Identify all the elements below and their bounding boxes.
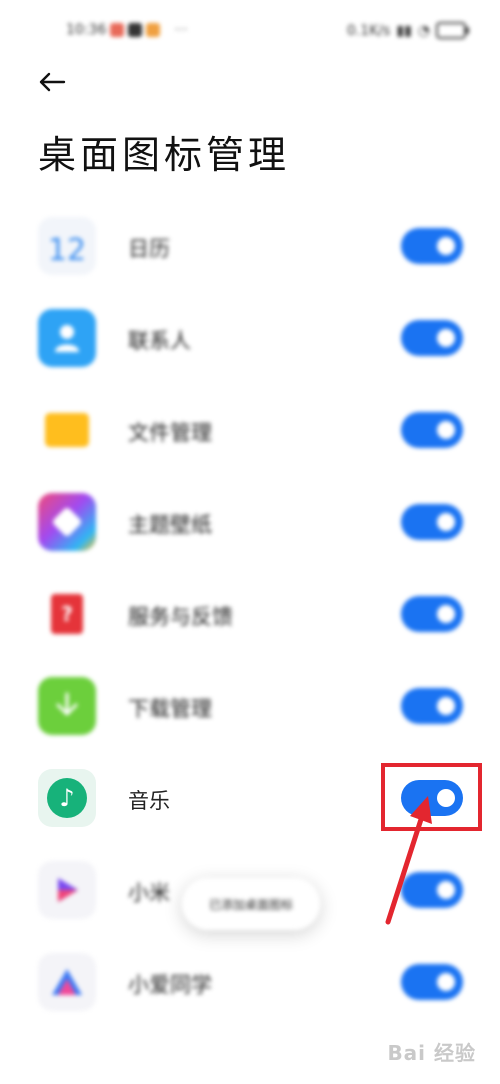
themes-icon [38,493,96,551]
app-label: 小爱同学 [128,973,212,997]
app-label: 日历 [128,237,170,261]
arrow-left-icon [39,72,66,92]
more-notifications: ··· [174,22,188,38]
toggle-knob [437,697,455,715]
toggle-knob [437,329,455,347]
toggle-switch[interactable] [401,688,463,724]
battery-icon [436,22,469,39]
calendar-icon: 12 [38,217,96,275]
list-item: 联系人 [0,292,500,384]
network-speed: 0.1K/s [346,22,391,39]
app-label: 服务与反馈 [128,605,233,629]
page-title: 桌面图标管理 [38,133,291,177]
watermark: Bai 经验 [387,1041,476,1065]
toggle-switch[interactable] [401,228,463,264]
toggle-switch[interactable] [401,504,463,540]
app-label: 音乐 [128,789,170,813]
app-label: 联系人 [128,329,191,353]
toggle-knob [437,513,455,531]
signal-icon: ▮▮ [396,22,412,39]
app-label: 文件管理 [128,421,212,445]
list-item: ? 服务与反馈 [0,568,500,660]
back-button[interactable] [30,60,74,104]
list-item: 下载管理 [0,660,500,752]
status-right: 0.1K/s ▮▮ ◔ [346,22,469,39]
contacts-icon [38,309,96,367]
toggle-switch[interactable] [401,964,463,1000]
toggle-switch[interactable] [401,320,463,356]
list-item: 12 日历 [0,200,500,292]
status-left: 10:36 ··· [66,22,188,38]
toast: 已添加桌面图标 [182,878,320,930]
toggle-knob [437,605,455,623]
status-time: 10:36 [66,22,107,38]
app-label: 下载管理 [128,697,212,721]
notification-icon [128,23,143,37]
xiaoai-icon [38,953,96,1011]
notification-icon [146,23,161,37]
video-icon [38,861,96,919]
toggle-switch[interactable] [401,596,463,632]
toggle-knob [437,421,455,439]
app-label: 主题壁纸 [128,513,212,537]
toggle-knob [437,237,455,255]
status-bar: 10:36 ··· 0.1K/s ▮▮ ◔ [0,0,500,60]
folder-icon [38,401,96,459]
list-item: 小爱同学 [0,936,500,1028]
list-item: 文件管理 [0,384,500,476]
app-label: 小米 [128,881,170,905]
music-icon: ♪ [38,769,96,827]
list-item: 主题壁纸 [0,476,500,568]
toggle-knob [437,973,455,991]
annotation-arrow-icon [385,796,432,925]
toggle-switch[interactable] [401,412,463,448]
wifi-icon: ◔ [417,22,430,39]
feedback-icon: ? [38,585,96,643]
download-icon [38,677,96,735]
notification-icon [110,23,125,37]
